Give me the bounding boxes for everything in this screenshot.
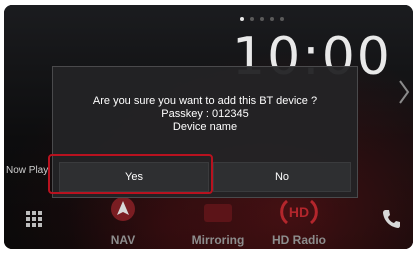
mirroring-icon [204,204,232,222]
device-name-text: Device name [172,121,238,133]
page-dot [260,17,264,21]
passkey-text: Passkey : 012345 [161,108,249,120]
grid-icon[interactable] [26,211,42,227]
dock-tile-hd-radio[interactable]: HD HD Radio [262,199,336,249]
hd-radio-icon: HD [280,199,318,225]
page-dot [270,17,274,21]
page-indicator [240,17,284,21]
no-button[interactable]: No [213,162,351,192]
dialog-question: Are you sure you want to add this BT dev… [92,95,318,107]
now-playing-label[interactable]: Now Playing [6,165,50,176]
dock-tile-label: NAV [110,233,136,247]
dock-tile-label: Mirroring [191,233,245,247]
page-dot [240,17,244,21]
phone-icon[interactable] [382,209,400,229]
chevron-right-icon[interactable] [398,79,410,105]
page-dot [250,17,254,21]
svg-text:HD: HD [289,204,309,220]
dock-tile-mirroring[interactable]: Mirroring [178,203,258,249]
dock-tile-nav[interactable]: NAV [94,197,152,249]
dialog-message: Are you sure you want to add this BT dev… [53,95,357,134]
dock-tile-label: HD Radio [272,233,326,247]
add-bt-device-dialog: Are you sure you want to add this BT dev… [52,66,358,198]
yes-button[interactable]: Yes [59,162,209,192]
page-dot [280,17,284,21]
nav-icon [111,197,135,221]
